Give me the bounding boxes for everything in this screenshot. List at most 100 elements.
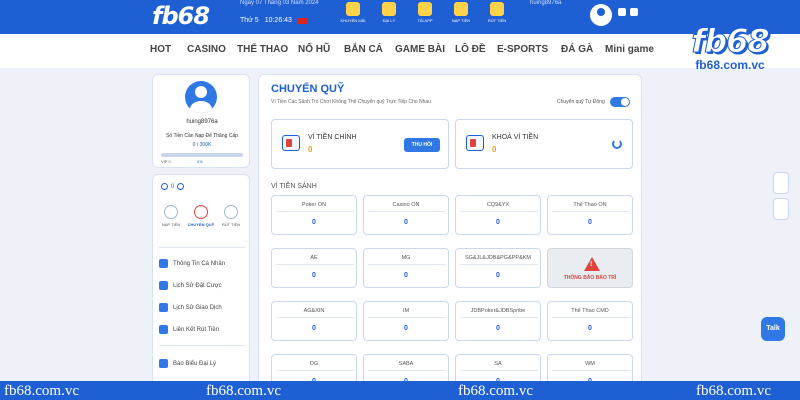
game-wallet-value: 0: [404, 219, 408, 226]
nav-sports[interactable]: THỂ THAO: [237, 44, 288, 55]
logout-icon[interactable]: [630, 8, 638, 16]
nav-esports[interactable]: E-SPORTS: [497, 44, 548, 55]
transfer-icon: [194, 205, 208, 219]
game-wallet-name: SG&JL&JDB&PG&PP&KM: [464, 255, 532, 261]
header-quick-icons: KHUYẾN MÃI ĐẠI LÝ TẢI APP NẠP TIỀN RÚT T…: [340, 2, 510, 23]
game-wallet-card[interactable]: AG&XIN 0: [271, 301, 357, 341]
menu-withdraw-link[interactable]: Liên Kết Rút Tiền: [159, 325, 219, 334]
header-icon-deposit[interactable]: NẠP TIỀN: [448, 2, 474, 23]
avatar[interactable]: [185, 81, 217, 113]
level-label: Số Tiền Cần Nạp Để Thăng Cấp: [166, 133, 238, 139]
game-wallet-name: SA: [494, 361, 502, 367]
chat-talk-button[interactable]: Talk: [761, 317, 785, 341]
divider: [159, 247, 245, 248]
divider: [368, 317, 446, 318]
nav-hot[interactable]: HOT: [150, 44, 171, 55]
brand-watermark: fb68 fb68.com.vc: [680, 22, 780, 73]
bank-link-icon: [159, 325, 168, 334]
nav-minigame[interactable]: Mini game: [605, 44, 654, 55]
maintenance-text: THÔNG BÁO BẢO TRÌ: [563, 275, 617, 281]
user-avatar-icon[interactable]: [590, 4, 612, 26]
divider: [276, 317, 354, 318]
recall-button[interactable]: THU HỒI: [404, 138, 440, 152]
mail-icon[interactable]: [618, 8, 626, 16]
date-text: Ngày 07 Tháng 03 Năm 2024: [240, 0, 319, 6]
game-wallet-name: AG&XIN: [303, 308, 325, 314]
main-wallet-card: VÍ TIỀN CHÍNH 0 THU HỒI: [271, 119, 449, 169]
vietnam-flag-icon[interactable]: [297, 17, 307, 24]
page-subtitle: Ví Tiền Các Sảnh Trò Chơi Không Thể Chuy…: [271, 99, 431, 105]
deposit-icon: [164, 205, 178, 219]
divider: [276, 264, 354, 265]
auto-transfer-toggle[interactable]: [609, 97, 630, 107]
game-wallet-card[interactable]: Thể Thao CMD 0: [547, 301, 633, 341]
game-wallet-card[interactable]: Poker ON 0: [271, 195, 357, 235]
nav-slots[interactable]: NỔ HŨ: [298, 44, 330, 55]
level-percent: 0%: [197, 159, 203, 164]
header-icon-agency[interactable]: ĐẠI LÝ: [376, 2, 402, 23]
brand-domain: fb68.com.vc: [695, 58, 765, 72]
game-wallet-card[interactable]: Casino ON 0: [363, 195, 449, 235]
coin-icon: [161, 183, 168, 190]
mobile-icon[interactable]: [773, 198, 789, 220]
game-wallet-card[interactable]: Thể Thao ON 0: [547, 195, 633, 235]
balance-row: 0: [161, 183, 185, 190]
support-icon[interactable]: [773, 172, 789, 194]
transaction-icon: [159, 303, 168, 312]
game-wallet-name: MG: [401, 255, 411, 261]
quick-transfer[interactable]: CHUYỂN QUỸ: [187, 205, 215, 227]
game-wallet-card[interactable]: CQ9&YX 0: [455, 195, 541, 235]
divider: [368, 370, 446, 371]
main-wallet-name: VÍ TIỀN CHÍNH: [308, 134, 357, 141]
clock: 10:26:43: [264, 17, 292, 24]
refresh-icon[interactable]: [612, 139, 622, 149]
game-wallet-name: IM: [402, 308, 410, 314]
header-icon-promo[interactable]: KHUYẾN MÃI: [340, 2, 366, 23]
header-icon-withdraw[interactable]: RÚT TIỀN: [484, 2, 510, 23]
divider: [276, 211, 354, 212]
game-wallet-card[interactable]: JDBPoker&JDBSpribe 0: [455, 301, 541, 341]
nav-lottery[interactable]: LÔ ĐỀ: [455, 44, 486, 55]
nav-cockfight[interactable]: ĐÁ GÀ: [561, 44, 593, 55]
level-progress-bar: [161, 153, 243, 157]
profile-username: huing8976a: [186, 119, 218, 125]
menu-agency-report[interactable]: Báo Biểu Đại Lý: [159, 359, 216, 368]
auto-transfer-label: Chuyển quỹ Tự Động: [557, 99, 605, 105]
watermark-text: fb68.com.vc: [4, 383, 79, 399]
nav-casino[interactable]: CASINO: [187, 44, 226, 55]
locked-wallet-name: KHOÁ VÍ TIỀN: [492, 134, 539, 141]
balance-value: 0: [171, 183, 175, 190]
user-info-icon: [159, 259, 168, 268]
refresh-icon[interactable]: [177, 183, 185, 190]
wallet-icon: [282, 135, 300, 151]
locked-wallet-card: KHOÁ VÍ TIỀN 0: [455, 119, 633, 169]
profile-card: huing8976a Số Tiền Cần Nạp Để Thăng Cấp …: [152, 74, 250, 168]
game-wallet-card[interactable]: AE 0: [271, 248, 357, 288]
game-wallet-card[interactable]: MG 0: [363, 248, 449, 288]
site-logo[interactable]: fb68: [152, 2, 210, 30]
main-wallet-value: 0: [308, 145, 313, 154]
menu-personal-info[interactable]: Thông Tin Cá Nhân: [159, 259, 225, 268]
divider: [460, 370, 538, 371]
quick-withdraw[interactable]: RÚT TIỀN: [217, 205, 245, 227]
game-wallet-name: SABA: [398, 361, 414, 367]
header-right-icons: [618, 8, 638, 16]
game-wallet-card[interactable]: SG&JL&JDB&PG&PP&KM 0: [455, 248, 541, 288]
divider: [368, 264, 446, 265]
divider: [460, 264, 538, 265]
divider: [368, 211, 446, 212]
menu-transaction-history[interactable]: Lịch Sử Giao Dịch: [159, 303, 222, 312]
game-wallet-card[interactable]: IM 0: [363, 301, 449, 341]
watermark-text: fb68.com.vc: [458, 383, 533, 399]
quick-deposit[interactable]: NẠP TIỀN: [157, 205, 185, 227]
header-icon-app[interactable]: TẢI APP: [412, 2, 438, 23]
weekday: Thứ 5: [240, 17, 259, 24]
divider: [552, 211, 630, 212]
nav-fishing[interactable]: BẮN CÁ: [344, 44, 383, 55]
section-title: VÍ TIỀN SẢNH: [271, 183, 317, 190]
menu-bet-history[interactable]: Lịch Sử Đặt Cược: [159, 281, 222, 290]
nav-card-games[interactable]: GAME BÀI: [395, 44, 445, 55]
locked-wallet-icon: [466, 135, 484, 151]
brand-logo: fb68: [691, 22, 770, 61]
page-title: CHUYỂN QUỸ: [271, 83, 345, 95]
